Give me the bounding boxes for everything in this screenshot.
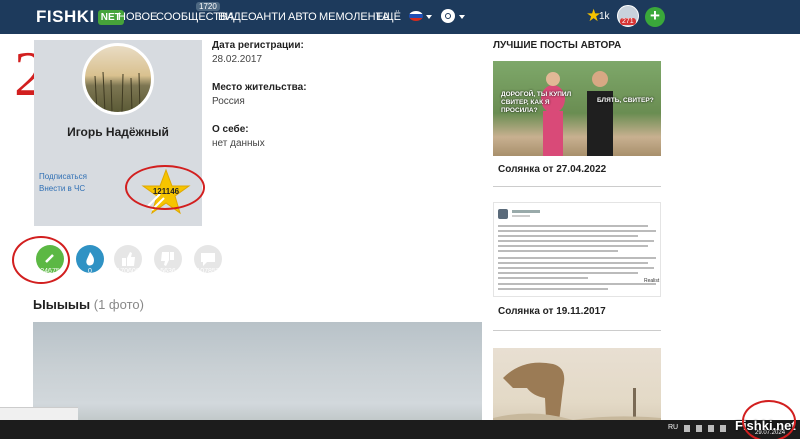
top-nav: FISHKI NET НОВОЕ СООБЩЕСТВА 1720 ВИДЕО А… (0, 0, 800, 34)
chevron-down-icon[interactable] (459, 15, 465, 19)
chevron-down-icon[interactable] (426, 15, 432, 19)
best-posts-heading: ЛУЧШИЕ ПОСТЫ АВТОРА (493, 40, 622, 51)
album-photo-count: (1 фото) (93, 297, 144, 312)
registration-date-label: Дата регистрации: (212, 40, 304, 51)
red-circle-annotation (125, 165, 205, 210)
tray-app-icon[interactable] (684, 425, 690, 432)
fire-count: 0 (88, 268, 92, 275)
divider (493, 186, 661, 187)
post-source: Realist (644, 278, 660, 284)
post-title[interactable]: Солянка от 19.11.2017 (498, 306, 606, 317)
about-value: нет данных (212, 138, 265, 149)
divider (493, 330, 661, 331)
subscribe-link[interactable]: Подписаться (39, 172, 87, 181)
site-logo[interactable]: FISHKI NET (36, 7, 124, 27)
channel-avatar (498, 209, 508, 219)
meme-caption-right: БЛЯТЬ, СВИТЕР? (597, 97, 654, 104)
likes-count: 170606 (116, 268, 140, 275)
add-post-button[interactable]: + (645, 7, 665, 27)
tray-language[interactable]: RU (668, 424, 678, 431)
taskbar (0, 420, 800, 439)
volume-icon[interactable] (720, 425, 726, 432)
album-title[interactable]: Ыыыыы (1 фото) (33, 297, 144, 312)
registration-date-value: 28.02.2017 (212, 54, 263, 65)
red-circle-annotation (12, 236, 70, 284)
red-circle-annotation (742, 400, 796, 439)
taskbar-search[interactable] (0, 407, 78, 420)
search-icon[interactable] (441, 9, 455, 23)
nav-item-auto[interactable]: АВТО (288, 11, 317, 23)
reeds-photo (94, 71, 141, 112)
album-name: Ыыыыы (33, 297, 91, 312)
star-count: 1k (599, 11, 610, 22)
nav-item-more[interactable]: ЕЩЁ (376, 11, 401, 23)
logo-text: FISHKI (36, 7, 95, 26)
post-thumbnail[interactable]: ДОРОГОЙ, ТЫ КУПИЛ СВИТЕР, КАК Я ПРОСИЛА?… (493, 61, 661, 156)
russian-flag-icon[interactable] (409, 11, 423, 21)
comments-count: 107853 (196, 268, 220, 275)
dislikes-count: 5636 (160, 268, 176, 275)
residence-label: Место жительства: (212, 82, 307, 93)
notification-badge: 271 (620, 18, 636, 25)
page: FISHKI NET НОВОЕ СООБЩЕСТВА 1720 ВИДЕО А… (0, 0, 800, 439)
about-label: О себе: (212, 124, 249, 135)
nav-item-video[interactable]: ВИДЕО (218, 11, 257, 23)
profile-name: Игорь Надёжный (67, 125, 169, 139)
nav-item-anti[interactable]: АНТИ (256, 11, 286, 23)
blacklist-link[interactable]: Внести в ЧС (39, 184, 85, 193)
profile-avatar (82, 43, 154, 115)
residence-value: Россия (212, 96, 245, 107)
post-thumbnail[interactable]: Realist (493, 202, 661, 297)
nav-item-new[interactable]: НОВОЕ (118, 11, 157, 23)
text-screenshot (498, 210, 656, 290)
network-icon[interactable] (696, 425, 702, 432)
post-title[interactable]: Солянка от 27.04.2022 (498, 164, 606, 175)
communities-badge: 1720 (196, 2, 220, 11)
meme-caption-left: ДОРОГОЙ, ТЫ КУПИЛ СВИТЕР, КАК Я ПРОСИЛА? (501, 91, 572, 114)
wifi-icon[interactable] (708, 425, 714, 432)
